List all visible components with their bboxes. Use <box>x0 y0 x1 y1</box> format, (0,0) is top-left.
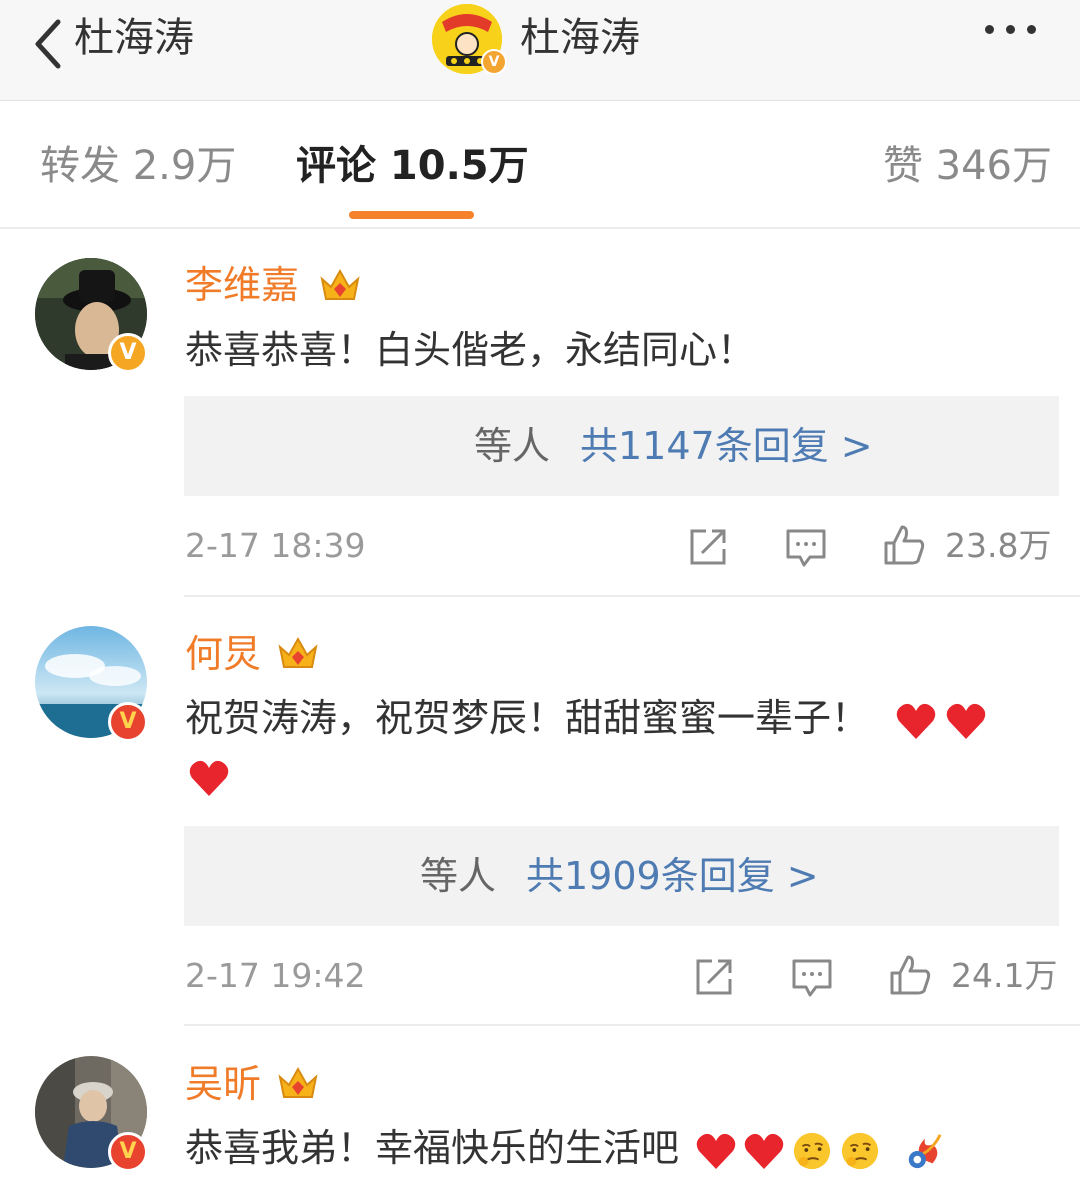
share-icon[interactable] <box>692 955 736 999</box>
comment-text-body: 祝贺涛涛，祝贺梦辰！甜甜蜜蜜一辈子！ <box>185 696 870 740</box>
like-icon[interactable] <box>882 523 926 567</box>
heart-emoji <box>189 760 229 796</box>
reply-summary[interactable]: 等人 共1909条回复 > <box>184 826 1059 926</box>
page-title: 杜海涛 <box>520 15 640 61</box>
username[interactable]: 何炅 <box>185 628 261 680</box>
reply-summary[interactable]: 等人 共1147条回复 > <box>184 396 1059 496</box>
comment-icon[interactable] <box>784 525 828 569</box>
verified-icon: V <box>481 49 507 75</box>
flame-ribbon-emoji <box>903 1126 945 1170</box>
verified-icon: V <box>108 702 148 742</box>
comment-text: 恭喜我弟！幸福快乐的生活吧 <box>185 1122 945 1174</box>
tab-repost[interactable]: 转发 2.9万 <box>40 139 236 193</box>
nav-bar: 杜海涛 V 杜海涛 <box>0 0 1080 101</box>
verified-icon: V <box>108 1132 148 1172</box>
crown-icon <box>278 1066 318 1098</box>
view-replies-link[interactable]: 共1147条回复 > <box>580 396 873 496</box>
view-replies-link[interactable]: 共1909条回复 > <box>526 826 819 926</box>
divider <box>184 1024 1080 1026</box>
back-arrow-icon[interactable] <box>28 14 72 74</box>
verified-icon: V <box>108 333 148 373</box>
like-count: 24.1万 <box>951 956 1058 995</box>
reply-prefix: 等人 <box>474 424 551 468</box>
comment-text: 祝贺涛涛，祝贺梦辰！甜甜蜜蜜一辈子！ <box>185 692 987 744</box>
reply-prefix: 等人 <box>420 854 497 898</box>
tab-likes[interactable]: 赞 346万 <box>883 139 1052 193</box>
username[interactable]: 吴昕 <box>185 1058 261 1110</box>
timestamp: 2-17 18:39 <box>185 526 366 565</box>
active-tab-indicator <box>349 211 474 219</box>
tab-bar: 转发 2.9万 评论 10.5万 赞 346万 <box>0 101 1080 229</box>
comment-icon[interactable] <box>790 955 834 999</box>
username[interactable]: 李维嘉 <box>185 259 299 311</box>
comment-text: 恭喜恭喜！白头偕老，永结同心！ <box>185 328 756 372</box>
heart-emoji <box>695 1126 737 1170</box>
more-icon[interactable] <box>985 25 1061 45</box>
divider <box>184 595 1080 597</box>
tab-comments[interactable]: 评论 10.5万 <box>296 139 529 193</box>
thinking-emoji <box>791 1126 833 1170</box>
share-icon[interactable] <box>686 525 730 569</box>
crown-icon <box>278 636 318 668</box>
crown-icon <box>320 268 360 300</box>
heart-emoji <box>743 1126 785 1170</box>
back-label[interactable]: 杜海涛 <box>74 10 194 66</box>
heart-emoji <box>945 696 987 740</box>
like-icon[interactable] <box>888 953 932 997</box>
comment-text-body: 恭喜我弟！幸福快乐的生活吧 <box>185 1126 680 1170</box>
heart-emoji <box>895 696 937 740</box>
like-count: 23.8万 <box>945 526 1052 565</box>
timestamp: 2-17 19:42 <box>185 956 366 995</box>
thinking-emoji <box>839 1126 881 1170</box>
